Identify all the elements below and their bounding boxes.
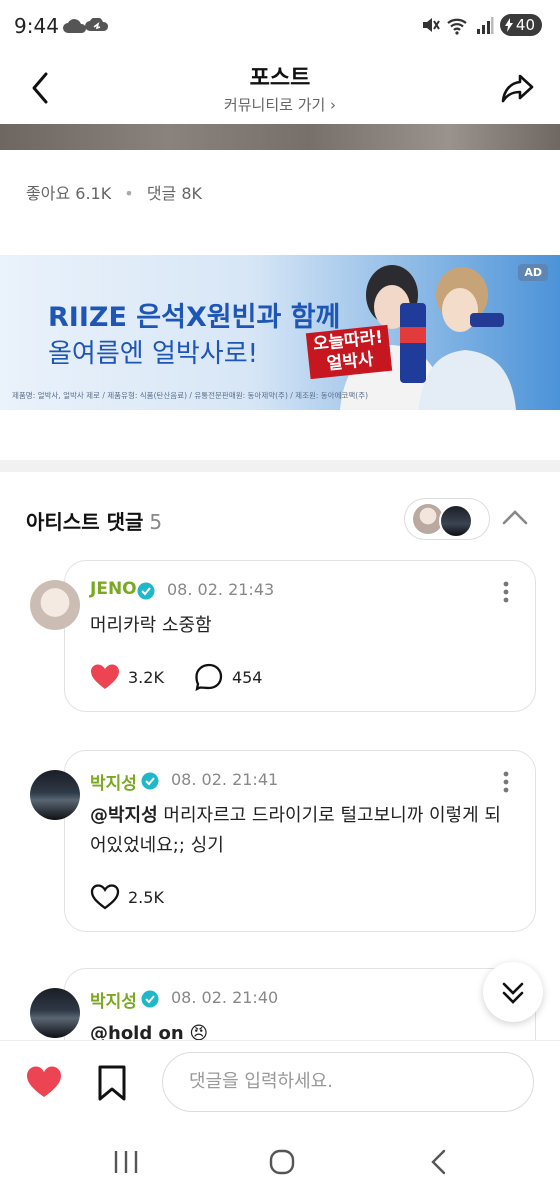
mention[interactable]: @hold on [90,1023,184,1040]
ad-banner[interactable]: RIIZE 은석X원빈과 함께 올여름엔 얼박사로! 오늘따라! 얼박사 제품명:… [0,255,560,410]
scroll-down-button[interactable] [483,962,543,1022]
comment-card[interactable]: 박지성 08. 02. 21:40 @hold on 😠 [64,968,536,1040]
ad-logo: 오늘따라! 얼박사 [305,324,393,380]
signal-icon [476,17,494,34]
share-button[interactable] [498,68,538,108]
bookmark-button[interactable] [96,1065,128,1101]
artist-comments-count: 5 [149,510,163,534]
comments-label: 댓글 [146,184,177,203]
emoji: 😠 [189,1023,209,1040]
battery-level: 40 [515,16,535,34]
system-nav-bar [0,1124,560,1200]
artist-comment: 박지성 08. 02. 21:40 @hold on 😠 [0,968,560,1040]
more-options-icon[interactable] [503,771,509,793]
avatar[interactable] [30,580,80,630]
avatar [439,504,473,538]
reply-icon[interactable] [194,663,224,691]
status-icons: 40 [420,14,542,36]
ad-subheadline: 올여름엔 얼박사로! [48,339,259,369]
artist-comments-title: 아티스트 댓글 5 [26,506,162,535]
comment-input[interactable]: 댓글을 입력하세요. [162,1052,534,1112]
post-stats: 좋아요 6.1K • 댓글 8K [26,180,202,204]
comment-author[interactable]: JENO [90,579,137,599]
reply-count: 454 [231,667,263,687]
cloud-drizzle-icon [85,18,109,31]
comment-time: 08. 02. 21:41 [171,770,279,789]
ad-badge: AD [518,264,548,281]
status-bar: 9:44 40 [0,0,560,56]
comment-text: @박지성 머리자르고 드라이기로 털고보니까 이렇게 되어있었네요;; 싱기 [90,801,505,861]
community-link[interactable]: 커뮤니티로 가기 › [0,94,560,115]
comment-text: @hold on 😠 [90,1019,505,1040]
comment-time: 08. 02. 21:43 [167,580,275,599]
ad-fine-print: 제품명: 얼박사, 얼박사 제로 / 제품유형: 식품(탄산음료) / 유통전문… [12,391,369,400]
collapse-button[interactable] [500,503,530,533]
ad-logo-line2: 얼박사 [325,349,375,375]
artist-comment: JENO 08. 02. 21:43 머리카락 소중함 3.2K 454 [0,560,560,712]
like-count: 3.2K [128,667,164,687]
back-nav-button[interactable] [428,1148,450,1176]
verified-icon [141,772,159,790]
wifi-icon [447,18,467,35]
post-header: 포스트 커뮤니티로 가기 › [0,56,560,124]
comment-author[interactable]: 박지성 [90,769,137,794]
avatar[interactable] [30,770,80,820]
section-title-text: 아티스트 댓글 [26,510,144,534]
artist-comment: 박지성 08. 02. 21:41 @박지성 머리자르고 드라이기로 털고보니까… [0,750,560,932]
heart-outline-icon[interactable] [90,883,120,911]
comment-input-bar: 댓글을 입력하세요. [0,1040,560,1125]
likes-label: 좋아요 [26,184,71,203]
like-count: 2.5K [128,887,164,907]
more-options-icon[interactable] [503,581,509,603]
like-button[interactable] [26,1065,62,1099]
mute-icon [422,18,440,32]
mention[interactable]: @박지성 [90,805,158,826]
comments-count: 8K [181,184,203,203]
comment-author[interactable]: 박지성 [90,987,137,1012]
heart-filled-icon[interactable] [90,663,120,691]
page-title: 포스트 [249,66,311,91]
post-image[interactable] [0,124,560,150]
comment-text: 머리카락 소중함 [90,615,212,636]
status-time: 9:44 [14,14,59,38]
battery-indicator: 40 [499,14,542,36]
comment-card[interactable]: 박지성 08. 02. 21:41 @박지성 머리자르고 드라이기로 털고보니까… [64,750,536,932]
comment-actions: 3.2K 454 [90,663,262,691]
recent-apps-button[interactable] [112,1148,140,1176]
separator-dot: • [124,184,134,203]
artist-avatars-filter[interactable] [404,498,490,540]
comment-time: 08. 02. 21:40 [171,988,279,1007]
home-button[interactable] [268,1148,296,1176]
comment-card[interactable]: JENO 08. 02. 21:43 머리카락 소중함 3.2K 454 [64,560,536,712]
verified-icon [137,582,155,600]
comment-actions: 2.5K [90,883,164,911]
verified-icon [141,990,159,1008]
ad-headline: RIIZE 은석X원빈과 함께 [48,302,341,333]
avatar[interactable] [30,988,80,1038]
double-chevron-down-icon [502,982,524,1004]
charging-bolt-icon [504,18,513,32]
section-divider [0,460,560,472]
ad-logo-line1: 오늘따라! [311,327,385,355]
likes-count: 6.1K [75,184,112,203]
